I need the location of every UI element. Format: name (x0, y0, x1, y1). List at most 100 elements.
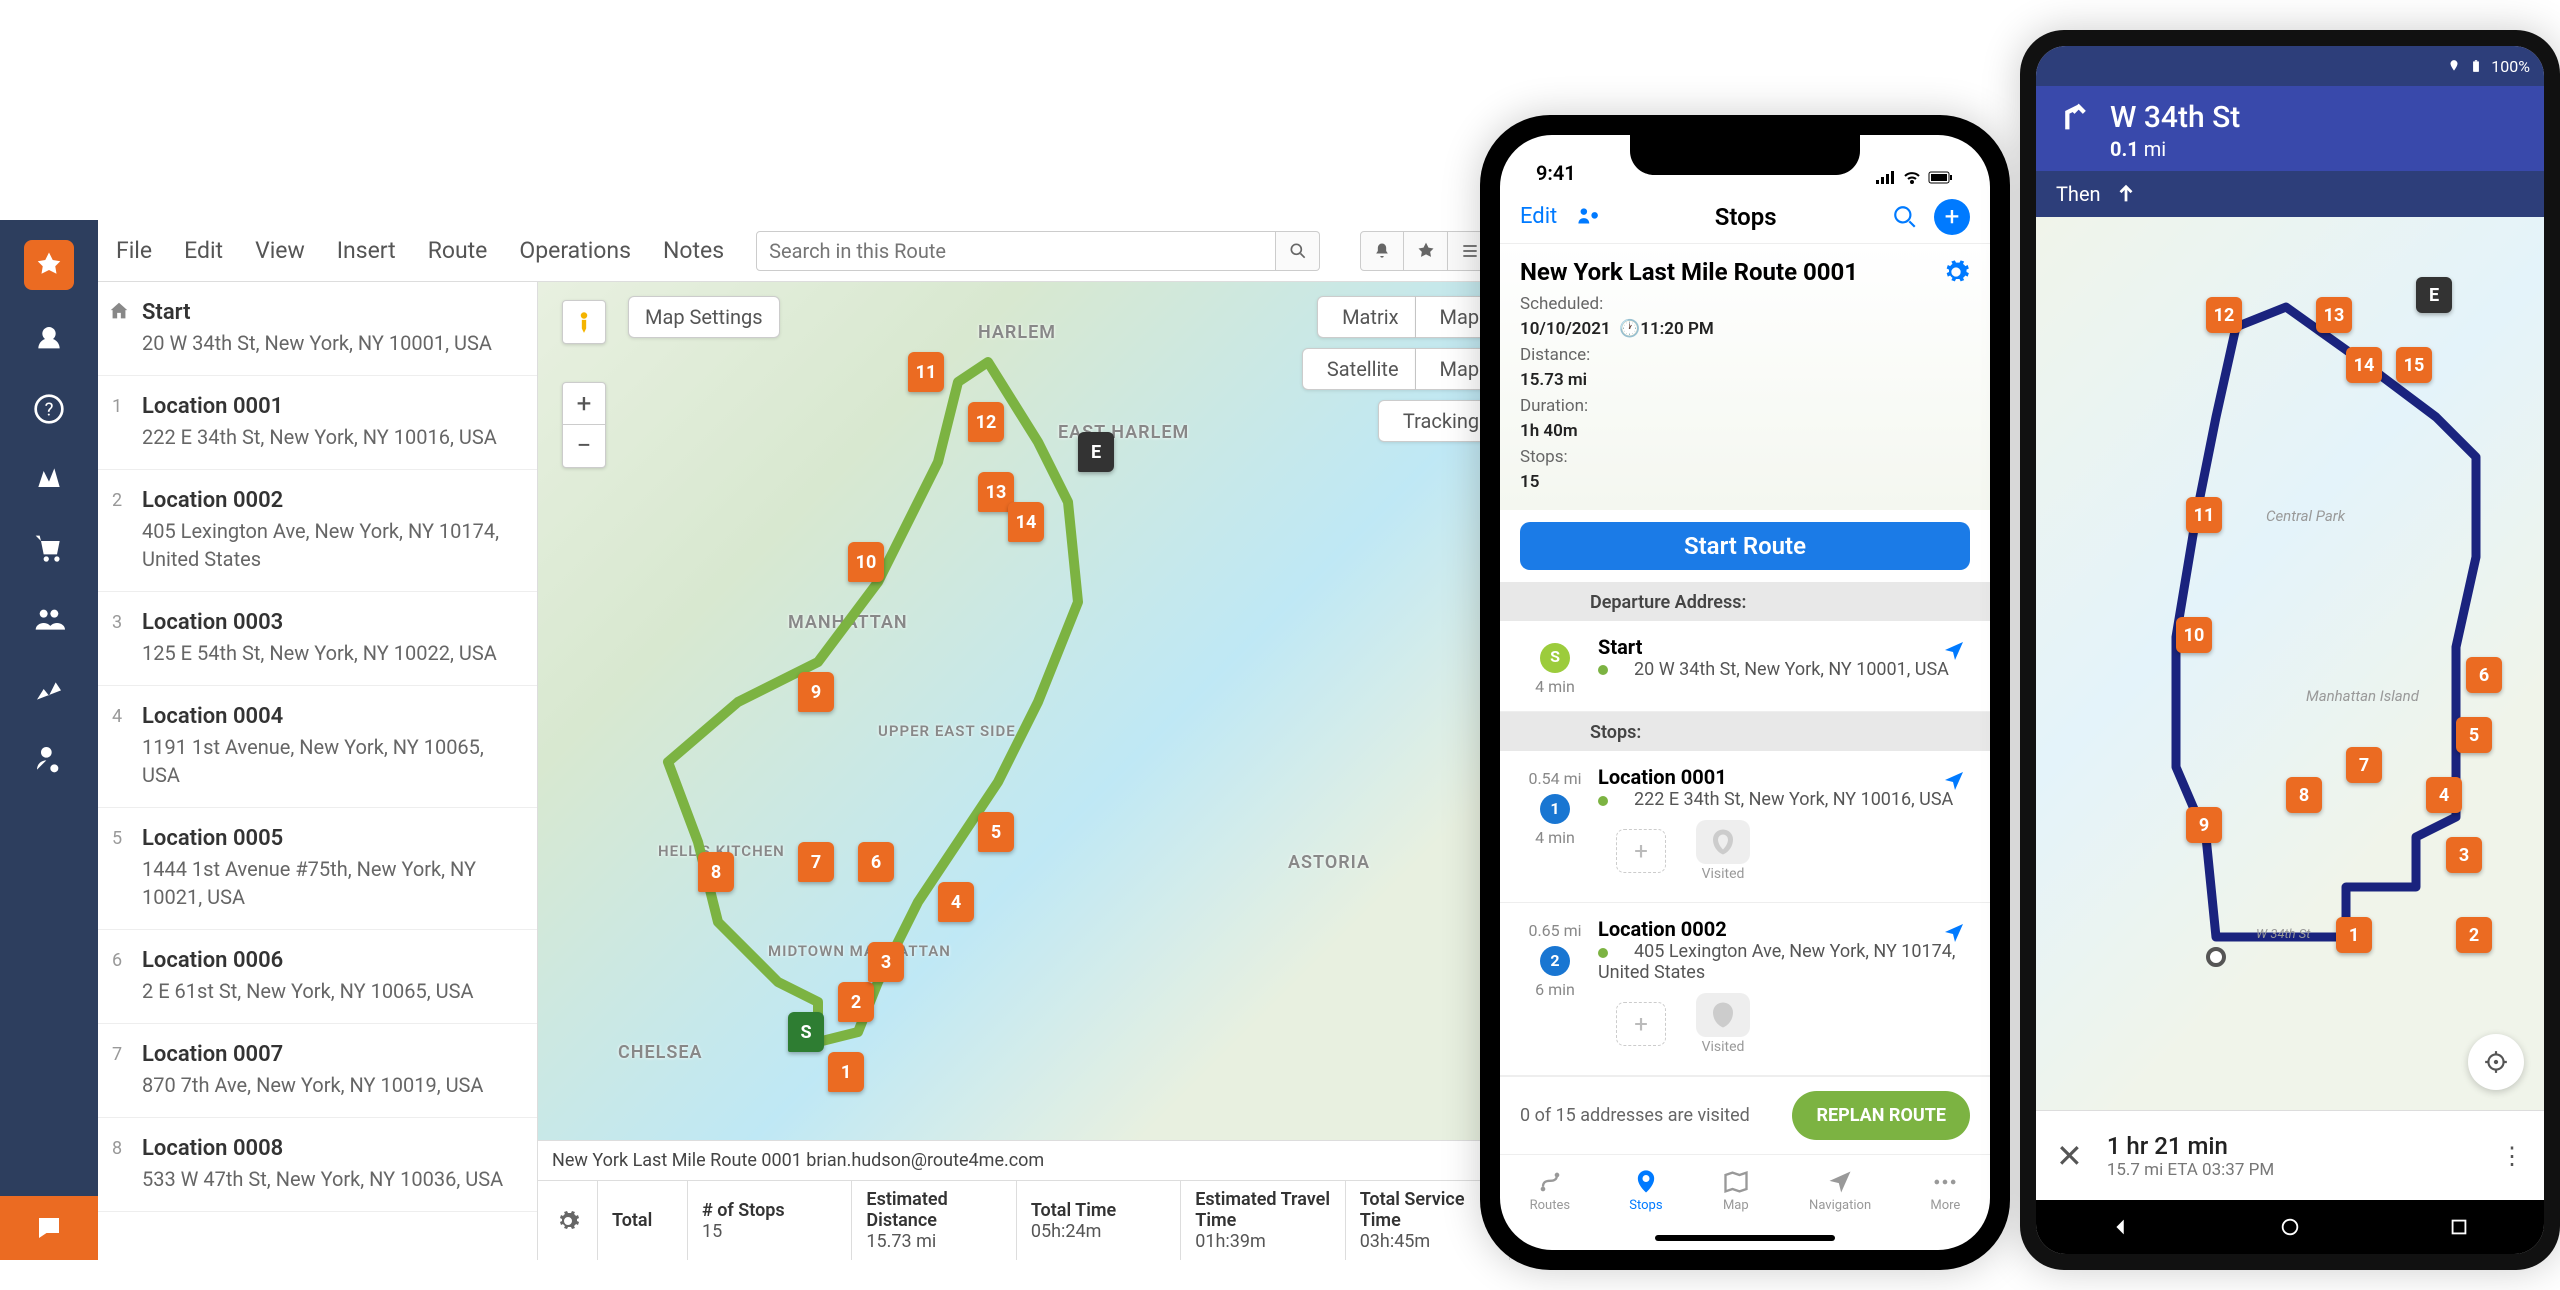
map-pane[interactable]: HARLEM MANHATTAN EAST HARLEM UPPER EAST … (538, 282, 1510, 1260)
rail-chat-button[interactable] (0, 1196, 98, 1260)
note-button[interactable]: + (1616, 1002, 1666, 1046)
start-route-button[interactable]: Start Route (1520, 522, 1970, 570)
tab-routes[interactable]: Routes (1530, 1168, 1570, 1213)
android-marker[interactable]: 11 (2186, 497, 2222, 533)
edit-button[interactable]: Edit (1520, 204, 1557, 229)
route-marker-end[interactable]: E (1078, 432, 1114, 472)
android-marker-end[interactable]: E (2416, 277, 2452, 313)
android-marker[interactable]: 9 (2186, 807, 2222, 843)
route-marker-start[interactable]: S (788, 1012, 824, 1052)
android-map[interactable]: 1 2 3 4 5 6 7 8 9 10 11 12 13 14 15 E Ce… (2036, 217, 2544, 1110)
menu-operations[interactable]: Operations (519, 237, 631, 264)
recent-apps-button[interactable] (2448, 1216, 2470, 1238)
route-marker[interactable]: 5 (978, 812, 1014, 852)
stop-item[interactable]: 0.54 mi14 min Location 0001 222 E 34th S… (1500, 751, 1990, 903)
note-button[interactable]: + (1616, 829, 1666, 873)
android-marker[interactable]: 1 (2336, 917, 2372, 953)
notifications-button[interactable] (1360, 231, 1404, 271)
android-marker[interactable]: 7 (2346, 747, 2382, 783)
stop-list-item[interactable]: 5Location 00051444 1st Avenue #75th, New… (98, 808, 537, 930)
more-options-button[interactable]: ⋮ (2500, 1142, 2524, 1170)
android-marker[interactable]: 2 (2456, 917, 2492, 953)
route-marker[interactable]: 8 (698, 852, 734, 892)
route-marker[interactable]: 1 (828, 1052, 864, 1092)
recenter-button[interactable] (2468, 1034, 2524, 1090)
route-marker[interactable]: 4 (938, 882, 974, 922)
stops-list-pane[interactable]: Start20 W 34th St, New York, NY 10001, U… (98, 282, 538, 1260)
search-button[interactable] (1276, 231, 1320, 271)
summary-settings-button[interactable] (538, 1181, 598, 1260)
rail-item-team[interactable] (28, 598, 70, 640)
android-marker[interactable]: 3 (2446, 837, 2482, 873)
rail-item-routes[interactable] (28, 458, 70, 500)
route-marker[interactable]: 11 (908, 352, 944, 392)
navigate-icon[interactable] (1942, 769, 1966, 797)
tab-more[interactable]: More (1930, 1168, 1960, 1213)
user-location-icon[interactable] (1573, 204, 1599, 230)
route-marker[interactable]: 10 (848, 542, 884, 582)
rail-item-user-settings[interactable] (28, 738, 70, 780)
stop-list-item[interactable]: 4Location 00041191 1st Avenue, New York,… (98, 686, 537, 808)
stop-item[interactable]: 0.65 mi26 min Location 0002 405 Lexingto… (1500, 903, 1990, 1076)
rail-item-help[interactable]: ? (28, 388, 70, 430)
home-button[interactable] (2279, 1216, 2301, 1238)
route-marker[interactable]: 6 (858, 842, 894, 882)
zoom-out-button[interactable]: − (563, 425, 605, 467)
visited-button[interactable]: Visited (1696, 820, 1750, 882)
route-marker[interactable]: 9 (798, 672, 834, 712)
tracking-button[interactable]: Tracking (1378, 400, 1496, 442)
tab-navigation[interactable]: Navigation (1809, 1168, 1871, 1213)
menu-edit[interactable]: Edit (184, 237, 223, 264)
search-input[interactable] (756, 231, 1276, 271)
tab-stops[interactable]: Stops (1629, 1168, 1662, 1213)
street-view-pegman[interactable] (562, 300, 606, 344)
zoom-in-button[interactable]: + (563, 383, 605, 425)
stop-list-item[interactable]: 3Location 0003125 E 54th St, New York, N… (98, 592, 537, 686)
menu-insert[interactable]: Insert (337, 237, 396, 264)
stop-item-start[interactable]: S4 min Start 20 W 34th St, New York, NY … (1500, 621, 1990, 713)
route-marker[interactable]: 3 (868, 942, 904, 982)
stop-list-item[interactable]: 6Location 00062 E 61st St, New York, NY … (98, 930, 537, 1024)
menu-notes[interactable]: Notes (663, 237, 724, 264)
home-icon (108, 300, 130, 326)
navigate-icon[interactable] (1942, 639, 1966, 667)
android-marker[interactable]: 8 (2286, 777, 2322, 813)
stop-list-item[interactable]: 8Location 0008533 W 47th St, New York, N… (98, 1118, 537, 1212)
route-settings-button[interactable] (1942, 258, 1970, 290)
replan-route-button[interactable]: REPLAN ROUTE (1792, 1091, 1970, 1140)
android-marker[interactable]: 13 (2316, 297, 2352, 333)
tab-map[interactable]: Map (1722, 1168, 1750, 1213)
android-marker[interactable]: 14 (2346, 347, 2382, 383)
menu-view[interactable]: View (255, 237, 305, 264)
search-icon[interactable] (1892, 204, 1918, 230)
rail-item-add-user[interactable] (28, 318, 70, 360)
menu-file[interactable]: File (116, 237, 152, 264)
favorite-button[interactable] (1404, 231, 1448, 271)
stop-list-item[interactable]: 7Location 0007870 7th Ave, New York, NY … (98, 1024, 537, 1118)
android-marker[interactable]: 15 (2396, 347, 2432, 383)
navigate-icon[interactable] (1942, 921, 1966, 949)
android-marker[interactable]: 4 (2426, 777, 2462, 813)
close-navigation-button[interactable]: ✕ (2056, 1137, 2083, 1175)
android-marker[interactable]: 6 (2466, 657, 2502, 693)
satellite-view-button[interactable]: Satellite (1302, 348, 1416, 390)
menu-route[interactable]: Route (428, 237, 488, 264)
back-button[interactable] (2110, 1216, 2132, 1238)
android-marker[interactable]: 5 (2456, 717, 2492, 753)
stop-list-item[interactable]: Start20 W 34th St, New York, NY 10001, U… (98, 282, 537, 376)
visited-button[interactable]: Visited (1696, 993, 1750, 1055)
matrix-view-button[interactable]: Matrix (1317, 296, 1415, 338)
route-marker[interactable]: 2 (838, 982, 874, 1022)
android-marker[interactable]: 12 (2206, 297, 2242, 333)
route-marker[interactable]: 14 (1008, 502, 1044, 542)
stop-list-item[interactable]: 2Location 0002405 Lexington Ave, New Yor… (98, 470, 537, 592)
android-marker[interactable]: 10 (2176, 617, 2212, 653)
map-settings-button[interactable]: Map Settings (628, 296, 780, 338)
route-marker[interactable]: 12 (968, 402, 1004, 442)
add-button[interactable]: + (1934, 199, 1970, 235)
stop-list-item[interactable]: 1Location 0001222 E 34th St, New York, N… (98, 376, 537, 470)
route-marker[interactable]: 7 (798, 842, 834, 882)
rail-item-analytics[interactable] (28, 668, 70, 710)
battery-icon (1928, 171, 1954, 185)
rail-item-orders[interactable] (28, 528, 70, 570)
